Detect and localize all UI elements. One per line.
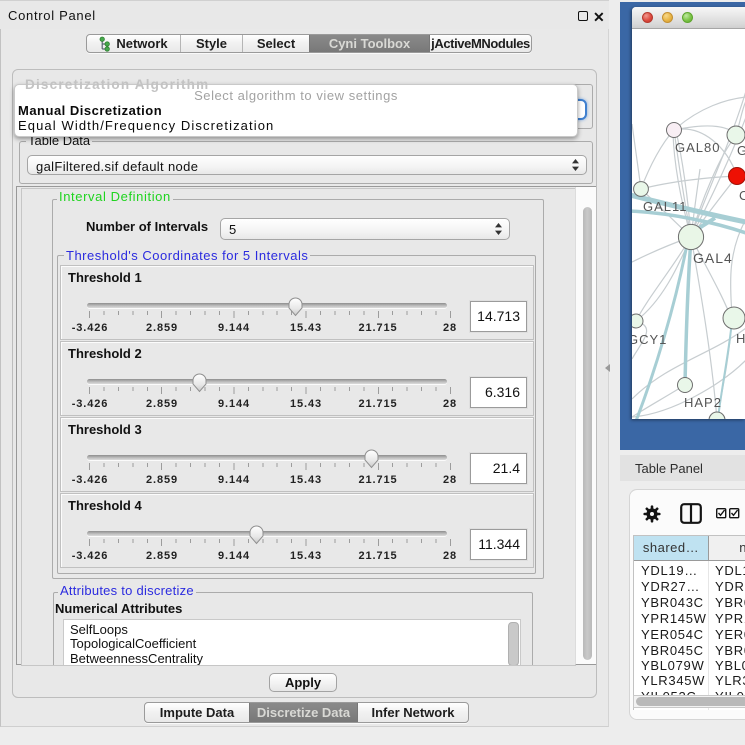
svg-text:H: H	[736, 331, 745, 346]
svg-text:C: C	[739, 188, 745, 203]
svg-text:GAL80: GAL80	[675, 140, 720, 155]
svg-text:GAL4: GAL4	[693, 250, 733, 266]
svg-text:GCY1: GCY1	[632, 332, 667, 347]
svg-text:HAP2: HAP2	[684, 395, 722, 410]
svg-text:GA: GA	[737, 143, 745, 158]
svg-text:GAL11: GAL11	[643, 199, 688, 214]
